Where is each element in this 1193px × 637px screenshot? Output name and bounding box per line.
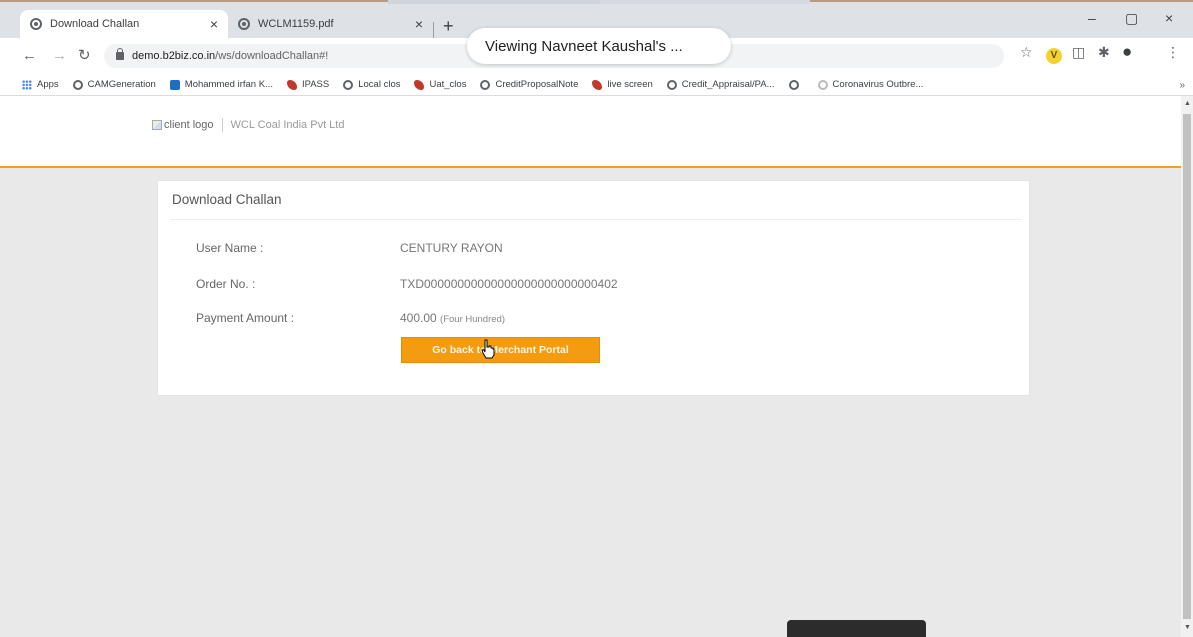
page-viewport: client logo WCL Coal India Pvt Ltd Downl… <box>0 96 1181 637</box>
flame-icon <box>592 79 603 90</box>
info-icon <box>817 79 828 90</box>
user-name-label: User Name : <box>196 241 264 255</box>
share-popup-text: Viewing Navneet Kaushal's ... <box>485 37 683 55</box>
close-window-icon[interactable]: × <box>1165 10 1173 26</box>
scroll-down-icon[interactable]: ▼ <box>1184 624 1191 631</box>
globe-icon <box>788 79 799 90</box>
flame-icon <box>414 79 425 90</box>
bookmark-local-clos[interactable]: Local clos <box>343 79 400 90</box>
minimize-icon[interactable]: – <box>1088 10 1096 26</box>
hand-cursor-icon <box>481 339 495 359</box>
globe-icon <box>666 79 677 90</box>
order-no-value: TXD00000000000000000000000000402 <box>400 277 618 291</box>
forward-arrow-icon[interactable]: → <box>52 47 67 64</box>
amount-figure: 400.00 <box>400 311 437 325</box>
download-challan-card: Download Challan User Name : CENTURY RAY… <box>157 180 1030 396</box>
profile-avatar-icon[interactable]: ● <box>1122 42 1132 62</box>
puzzle-icon[interactable]: ✱ <box>1098 44 1110 61</box>
menu-dots-icon[interactable]: ⋮ <box>1166 44 1180 61</box>
close-icon[interactable]: × <box>210 16 218 32</box>
flame-icon <box>286 79 297 90</box>
bookmark-coronavirus[interactable]: Coronavirus Outbre... <box>817 79 923 90</box>
broken-image-icon <box>152 120 162 130</box>
new-tab-button[interactable]: + <box>443 17 454 35</box>
back-arrow-icon[interactable]: ← <box>22 47 37 64</box>
bookmark-live-screen[interactable]: live screen <box>592 79 653 90</box>
bookmark-ipass[interactable]: IPASS <box>286 79 329 90</box>
scroll-up-icon[interactable]: ▲ <box>1184 100 1191 107</box>
bookmark-mohammed-irfan[interactable]: Mohammed irfan K... <box>169 79 273 90</box>
reload-icon[interactable]: ↻ <box>78 46 91 64</box>
user-name-value: CENTURY RAYON <box>400 241 503 255</box>
url-path: /ws/downloadChallan#! <box>215 50 329 62</box>
bookmarks-overflow-icon[interactable]: » <box>1179 80 1185 91</box>
star-icon[interactable]: ☆ <box>1020 44 1033 61</box>
globe-icon <box>238 18 250 30</box>
lock-icon <box>116 48 124 60</box>
url-host: demo.b2biz.co.in <box>132 50 216 62</box>
globe-icon <box>72 79 83 90</box>
card-title: Download Challan <box>172 192 282 207</box>
vertical-scrollbar[interactable]: ▲ ▼ <box>1181 96 1193 637</box>
globe-icon <box>30 18 42 30</box>
close-icon[interactable]: × <box>415 16 423 32</box>
order-no-label: Order No. : <box>196 277 256 291</box>
go-back-to-merchant-portal-button[interactable]: Go back to Merchant Portal <box>401 337 600 363</box>
restore-icon[interactable]: ▢ <box>1125 10 1138 27</box>
amount-in-words: (Four Hundred) <box>440 314 505 325</box>
scroll-thumb[interactable] <box>1183 114 1191 619</box>
company-name: WCL Coal India Pvt Ltd <box>230 119 345 131</box>
client-logo: client logo <box>164 119 214 131</box>
outlook-icon <box>169 79 180 90</box>
globe-icon <box>480 79 491 90</box>
card-divider <box>170 219 1022 220</box>
bookmark-credit-proposal-note[interactable]: CreditProposalNote <box>480 79 578 90</box>
tab-wclm1159-pdf[interactable]: WCLM1159.pdf × <box>228 10 433 38</box>
logo-area: client logo WCL Coal India Pvt Ltd <box>152 118 344 132</box>
payment-amount-value: 400.00 (Four Hundred) <box>400 311 505 325</box>
tab-download-challan[interactable]: Download Challan × <box>20 10 228 38</box>
bottom-popup <box>787 620 926 637</box>
tab-label: Download Challan <box>50 18 140 30</box>
bookmarks-bar: Apps CAMGeneration Mohammed irfan K... I… <box>0 74 1193 96</box>
tab-label: WCLM1159.pdf <box>258 18 334 30</box>
bookmark-unnamed[interactable] <box>788 79 804 90</box>
tab-separator <box>433 22 434 38</box>
extension-shield-icon[interactable]: ◫ <box>1072 44 1085 61</box>
screen-share-popup: Viewing Navneet Kaushal's ... <box>467 28 731 64</box>
bookmark-uat-clos[interactable]: Uat_clos <box>414 79 466 90</box>
apps-grid-icon <box>22 79 32 90</box>
bookmark-credit-appraisal[interactable]: Credit_Appraisal/PA... <box>666 79 775 90</box>
payment-amount-label: Payment Amount : <box>196 311 295 325</box>
extension-v-icon[interactable]: V <box>1046 48 1062 64</box>
globe-icon <box>343 79 354 90</box>
bookmark-camgeneration[interactable]: CAMGeneration <box>72 79 156 90</box>
bookmark-apps[interactable]: Apps <box>22 79 59 90</box>
site-header: client logo WCL Coal India Pvt Ltd <box>0 96 1181 168</box>
logo-divider <box>221 118 223 132</box>
